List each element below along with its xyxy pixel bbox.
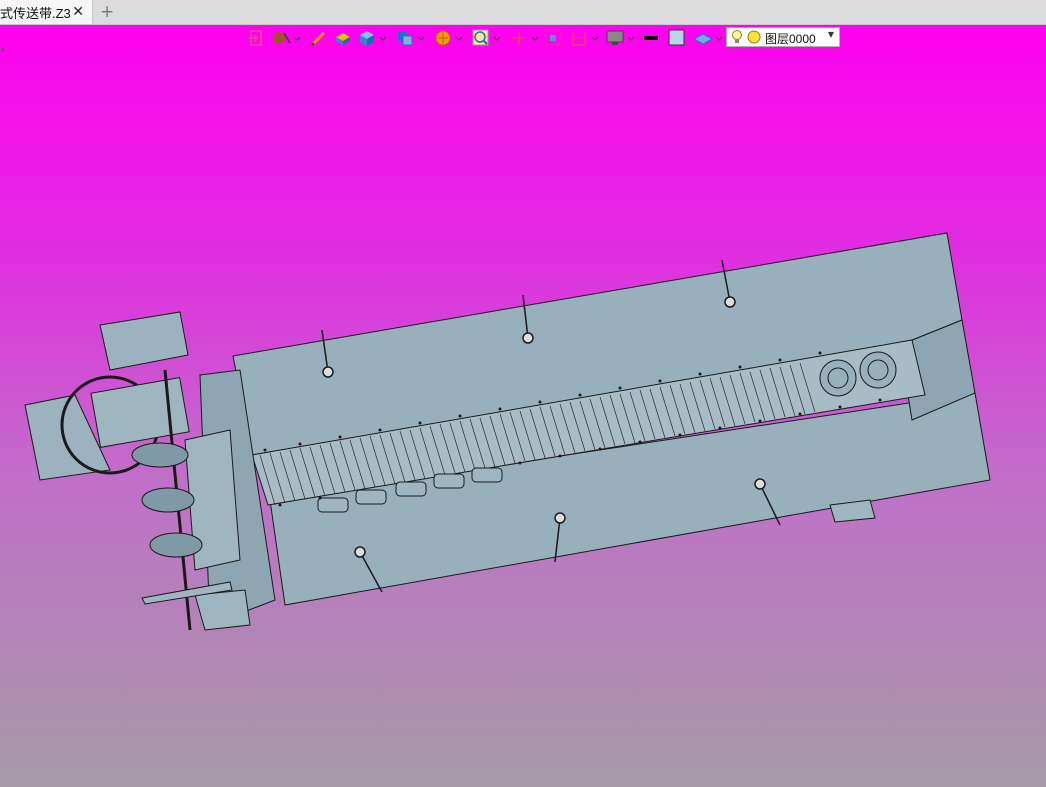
zoom-icon[interactable] bbox=[470, 27, 501, 49]
line-color-icon[interactable] bbox=[640, 27, 662, 49]
pick-filter-icon[interactable] bbox=[270, 27, 300, 49]
exit-sketch-icon[interactable] bbox=[246, 27, 268, 49]
axis-icon[interactable] bbox=[508, 27, 539, 49]
conveyor-model[interactable] bbox=[0, 0, 1046, 787]
frame-icon[interactable] bbox=[542, 27, 564, 49]
fill-color-icon[interactable] bbox=[666, 27, 688, 49]
layer-plane-icon[interactable] bbox=[692, 27, 723, 49]
cube-icon[interactable] bbox=[356, 27, 387, 49]
section-icon[interactable] bbox=[568, 27, 599, 49]
render-style-icon[interactable] bbox=[432, 27, 463, 49]
layer-name: 图层0000 bbox=[765, 32, 816, 46]
pen-icon[interactable] bbox=[308, 27, 330, 49]
layer-dropdown[interactable]: 图层0000 ▼ bbox=[726, 27, 840, 47]
gearbox bbox=[90, 377, 190, 448]
motor-top-block bbox=[99, 311, 189, 371]
solid-icon[interactable] bbox=[332, 27, 354, 49]
chevron-down-icon[interactable]: ▼ bbox=[828, 30, 834, 39]
support-leg-left bbox=[194, 589, 251, 631]
view-cube-icon[interactable] bbox=[394, 27, 425, 49]
display-icon[interactable] bbox=[604, 27, 635, 49]
